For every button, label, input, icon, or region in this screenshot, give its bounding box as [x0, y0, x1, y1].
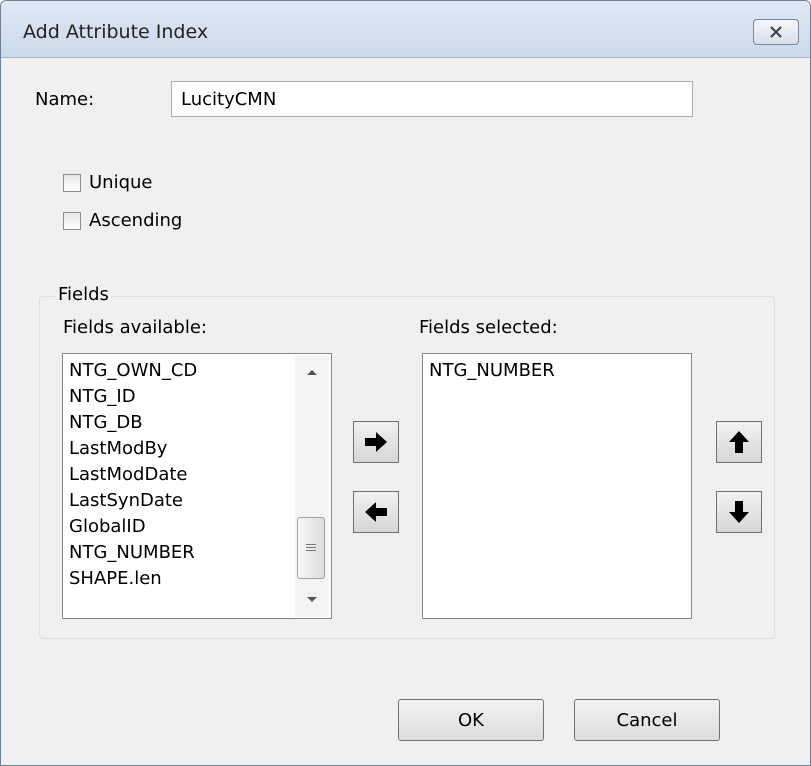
ok-button[interactable]: OK: [398, 699, 544, 741]
title-bar: Add Attribute Index: [1, 1, 810, 58]
close-icon: [770, 26, 782, 38]
list-item[interactable]: NTG_ID: [69, 384, 136, 410]
list-item[interactable]: LastModBy: [69, 436, 167, 462]
scroll-down-icon: [307, 597, 317, 602]
arrow-left-icon: [365, 502, 387, 522]
fields-available-list[interactable]: NTG_OWN_CD NTG_ID NTG_DB LastModBy LastM…: [62, 353, 332, 619]
arrow-right-icon: [365, 432, 387, 452]
list-item[interactable]: NTG_DB: [69, 410, 143, 436]
ascending-checkbox-box[interactable]: [63, 211, 81, 230]
list-item[interactable]: LastSynDate: [69, 488, 183, 514]
add-attribute-index-dialog: Add Attribute Index Name: Unique Ascendi…: [0, 0, 811, 766]
list-item[interactable]: LastModDate: [69, 462, 188, 488]
unique-label: Unique: [89, 172, 153, 193]
arrow-up-icon: [729, 431, 749, 453]
name-input[interactable]: [171, 81, 693, 117]
fields-available-label: Fields available:: [63, 317, 207, 338]
unique-checkbox-box[interactable]: [63, 173, 81, 192]
fields-selected-list[interactable]: NTG_NUMBER: [422, 353, 692, 619]
scrollbar-thumb[interactable]: [297, 517, 325, 579]
close-button[interactable]: [753, 19, 799, 45]
arrow-down-icon: [729, 501, 749, 523]
remove-field-button[interactable]: [353, 491, 399, 533]
fields-selected-label: Fields selected:: [419, 317, 558, 338]
scroll-up-icon: [307, 370, 317, 375]
scroll-up-button[interactable]: [295, 355, 329, 389]
unique-checkbox[interactable]: Unique: [63, 172, 153, 193]
ascending-label: Ascending: [89, 210, 183, 231]
move-up-button[interactable]: [716, 421, 762, 463]
ascending-checkbox[interactable]: Ascending: [63, 210, 182, 231]
add-field-button[interactable]: [353, 421, 399, 463]
name-label: Name:: [35, 89, 95, 110]
move-down-button[interactable]: [716, 491, 762, 533]
fields-group-title: Fields: [56, 284, 111, 305]
list-item[interactable]: NTG_NUMBER: [69, 540, 195, 566]
list-item[interactable]: GlobalID: [69, 514, 146, 540]
list-item[interactable]: SHAPE.len: [69, 566, 162, 592]
vertical-scrollbar[interactable]: [295, 355, 329, 617]
list-item[interactable]: NTG_NUMBER: [429, 358, 555, 384]
list-item[interactable]: NTG_OWN_CD: [69, 358, 197, 384]
grip-icon: [306, 543, 316, 553]
scroll-down-button[interactable]: [295, 583, 329, 617]
window-title: Add Attribute Index: [23, 21, 209, 43]
cancel-button[interactable]: Cancel: [574, 699, 720, 741]
